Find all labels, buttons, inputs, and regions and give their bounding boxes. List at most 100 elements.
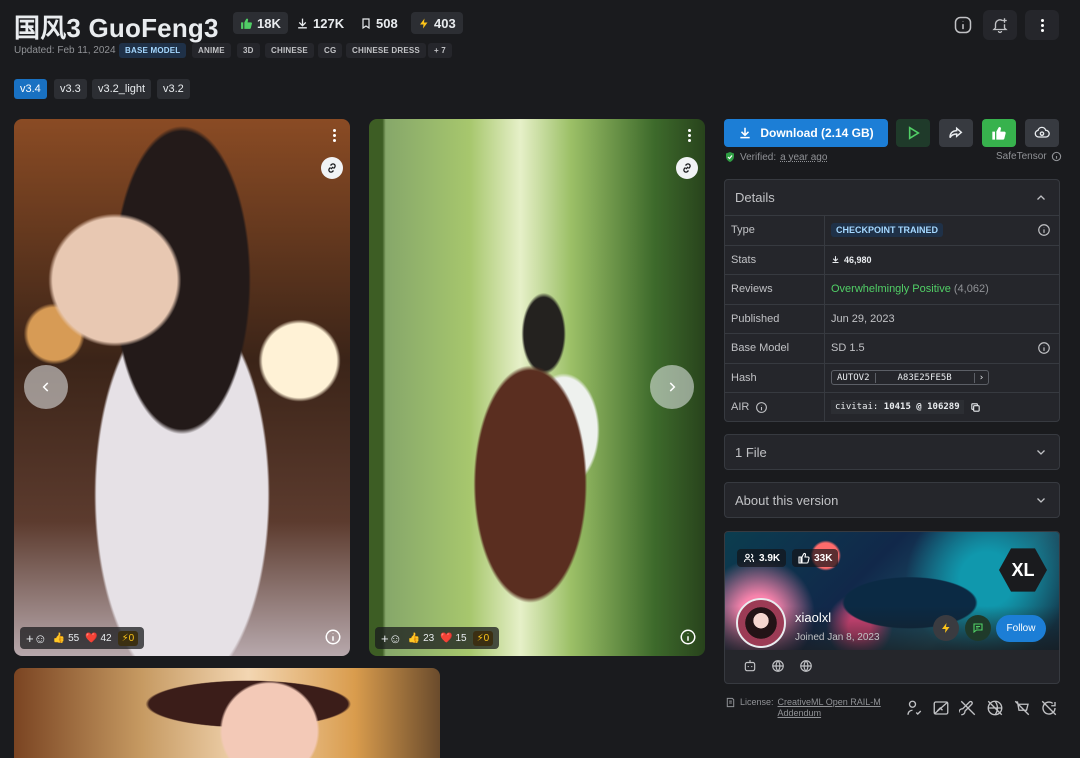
image-menu-button[interactable] <box>688 129 691 142</box>
notify-button[interactable] <box>983 10 1017 40</box>
files-accordion[interactable]: 1 File <box>724 434 1060 470</box>
type-badge: CHECKPOINT TRAINED <box>831 223 944 238</box>
robot-icon[interactable] <box>743 659 757 673</box>
world-off-icon[interactable] <box>986 699 1004 717</box>
buzz-stat[interactable]: 403 <box>411 12 463 34</box>
creator-card: 3.9K 33K XL xiaolxl Joined Jan 8, 2023 F… <box>724 531 1060 684</box>
more-menu-button[interactable] <box>1025 10 1059 40</box>
detail-label: Published <box>725 304 825 333</box>
hash-type-select[interactable]: AUTOV2 <box>832 372 876 383</box>
share-button[interactable] <box>939 119 973 147</box>
page-title: 国风3 GuoFeng3 <box>14 13 219 43</box>
tag-cg[interactable]: CG <box>318 43 343 58</box>
creator-likes-count: 33K <box>814 552 833 564</box>
follow-button[interactable]: Follow <box>996 615 1046 642</box>
version-v3-2-light[interactable]: v3.2_light <box>92 79 152 99</box>
version-v3-4[interactable]: v3.4 <box>14 79 47 99</box>
tag-more[interactable]: + 7 <box>428 43 452 58</box>
reviews-link[interactable]: Overwhelmingly Positive <box>831 283 951 295</box>
user-check-icon[interactable] <box>905 699 923 717</box>
info-icon[interactable] <box>755 401 768 414</box>
like-reaction[interactable]: 👍 23 <box>408 633 434 644</box>
shield-check-icon <box>726 152 734 162</box>
creator-links <box>743 659 813 673</box>
tag-base-model[interactable]: BASE MODEL <box>119 43 187 58</box>
hash-box[interactable]: AUTOV2 A83E25FE5B › <box>831 370 990 386</box>
buzz-reaction[interactable]: ⚡0 <box>117 630 139 646</box>
dots-vertical-icon <box>333 129 336 142</box>
download-icon <box>832 256 839 264</box>
hash-chevron-icon[interactable]: › <box>973 372 988 383</box>
detail-row-stats: Stats 46,980 <box>725 244 1059 274</box>
hash-value[interactable]: A83E25FE5B <box>876 373 974 383</box>
message-button[interactable] <box>965 615 991 641</box>
globe-icon[interactable] <box>771 659 785 673</box>
license-addendum-link[interactable]: Addendum <box>778 708 881 719</box>
updated-date: Updated: Feb 11, 2024 <box>14 45 116 56</box>
cart-off-icon[interactable] <box>1013 699 1031 717</box>
reaction-bar: +☺ 👍 23 ❤️ 15 ⚡0 <box>375 627 500 649</box>
like-reaction[interactable]: 👍 55 <box>53 633 79 644</box>
tag-chinese-dress[interactable]: CHINESE DRESS <box>346 43 426 58</box>
image-info-button[interactable] <box>324 628 342 646</box>
license-link[interactable]: CreativeML Open RAIL-M <box>778 697 881 708</box>
image-link-button[interactable] <box>676 157 698 179</box>
message-icon <box>973 623 983 634</box>
avatar[interactable] <box>736 598 786 648</box>
info-button[interactable] <box>946 10 980 40</box>
gallery-image-3[interactable] <box>14 668 440 758</box>
tag-chinese[interactable]: CHINESE <box>265 43 314 58</box>
image-info-button[interactable] <box>679 628 697 646</box>
run-button[interactable] <box>896 119 930 147</box>
download-icon <box>740 127 750 139</box>
tag-anime[interactable]: ANIME <box>192 43 231 58</box>
lightning-icon <box>942 623 950 633</box>
gallery-next-button[interactable] <box>650 365 694 409</box>
link-icon <box>683 163 691 173</box>
rotate-off-icon[interactable] <box>1040 699 1058 717</box>
about-accordion[interactable]: About this version <box>724 482 1060 518</box>
lightning-icon <box>420 18 428 28</box>
tag-3d[interactable]: 3D <box>237 43 260 58</box>
buzz-reaction[interactable]: ⚡0 <box>472 630 494 646</box>
reaction-bar: +☺ 👍 55 ❤️ 42 ⚡0 <box>20 627 145 649</box>
details-panel: Details Type CHECKPOINT TRAINED Stats 46… <box>724 179 1060 422</box>
brush-off-icon[interactable] <box>959 699 977 717</box>
about-label: About this version <box>735 492 839 508</box>
info-icon[interactable] <box>1037 223 1051 237</box>
image-link-button[interactable] <box>321 157 343 179</box>
info-icon <box>954 16 972 34</box>
info-circle-icon[interactable] <box>1051 151 1062 162</box>
add-reaction-icon[interactable]: +☺ <box>26 631 47 646</box>
tip-buzz-button[interactable] <box>933 615 959 641</box>
details-header[interactable]: Details <box>725 180 1059 215</box>
published-value: Jun 29, 2023 <box>831 312 895 325</box>
version-v3-2[interactable]: v3.2 <box>157 79 190 99</box>
info-icon[interactable] <box>1037 341 1051 355</box>
followers-count: 3.9K <box>759 552 781 564</box>
like-button[interactable] <box>982 119 1016 147</box>
generate-button[interactable] <box>1025 119 1059 147</box>
add-reaction-icon[interactable]: +☺ <box>381 631 402 646</box>
photo-off-icon[interactable] <box>932 699 950 717</box>
safetensor-label: SafeTensor <box>996 151 1062 162</box>
heart-reaction[interactable]: ❤️ 15 <box>440 633 466 644</box>
creator-name[interactable]: xiaolxl <box>795 610 831 625</box>
globe-icon[interactable] <box>799 659 813 673</box>
bookmark-icon <box>362 17 370 29</box>
stats-downloads: 46,980 <box>831 254 872 265</box>
thumbs-up-icon <box>241 18 252 29</box>
bookmarks-stat[interactable]: 508 <box>353 12 405 34</box>
heart-reaction[interactable]: ❤️ 42 <box>85 633 111 644</box>
likes-stat[interactable]: 18K <box>233 12 288 34</box>
air-value: 10415 @ 106289 <box>883 402 960 413</box>
followers-stat: 3.9K <box>737 549 787 567</box>
image-menu-button[interactable] <box>333 129 336 142</box>
version-v3-3[interactable]: v3.3 <box>54 79 87 99</box>
air-code[interactable]: civitai: 10415 @ 106289 <box>831 400 964 415</box>
buzz-count: 0 <box>128 632 135 644</box>
download-button[interactable]: Download (2.14 GB) <box>724 119 888 147</box>
detail-row-type: Type CHECKPOINT TRAINED <box>725 215 1059 245</box>
copy-icon[interactable] <box>970 402 981 413</box>
gallery-prev-button[interactable] <box>24 365 68 409</box>
